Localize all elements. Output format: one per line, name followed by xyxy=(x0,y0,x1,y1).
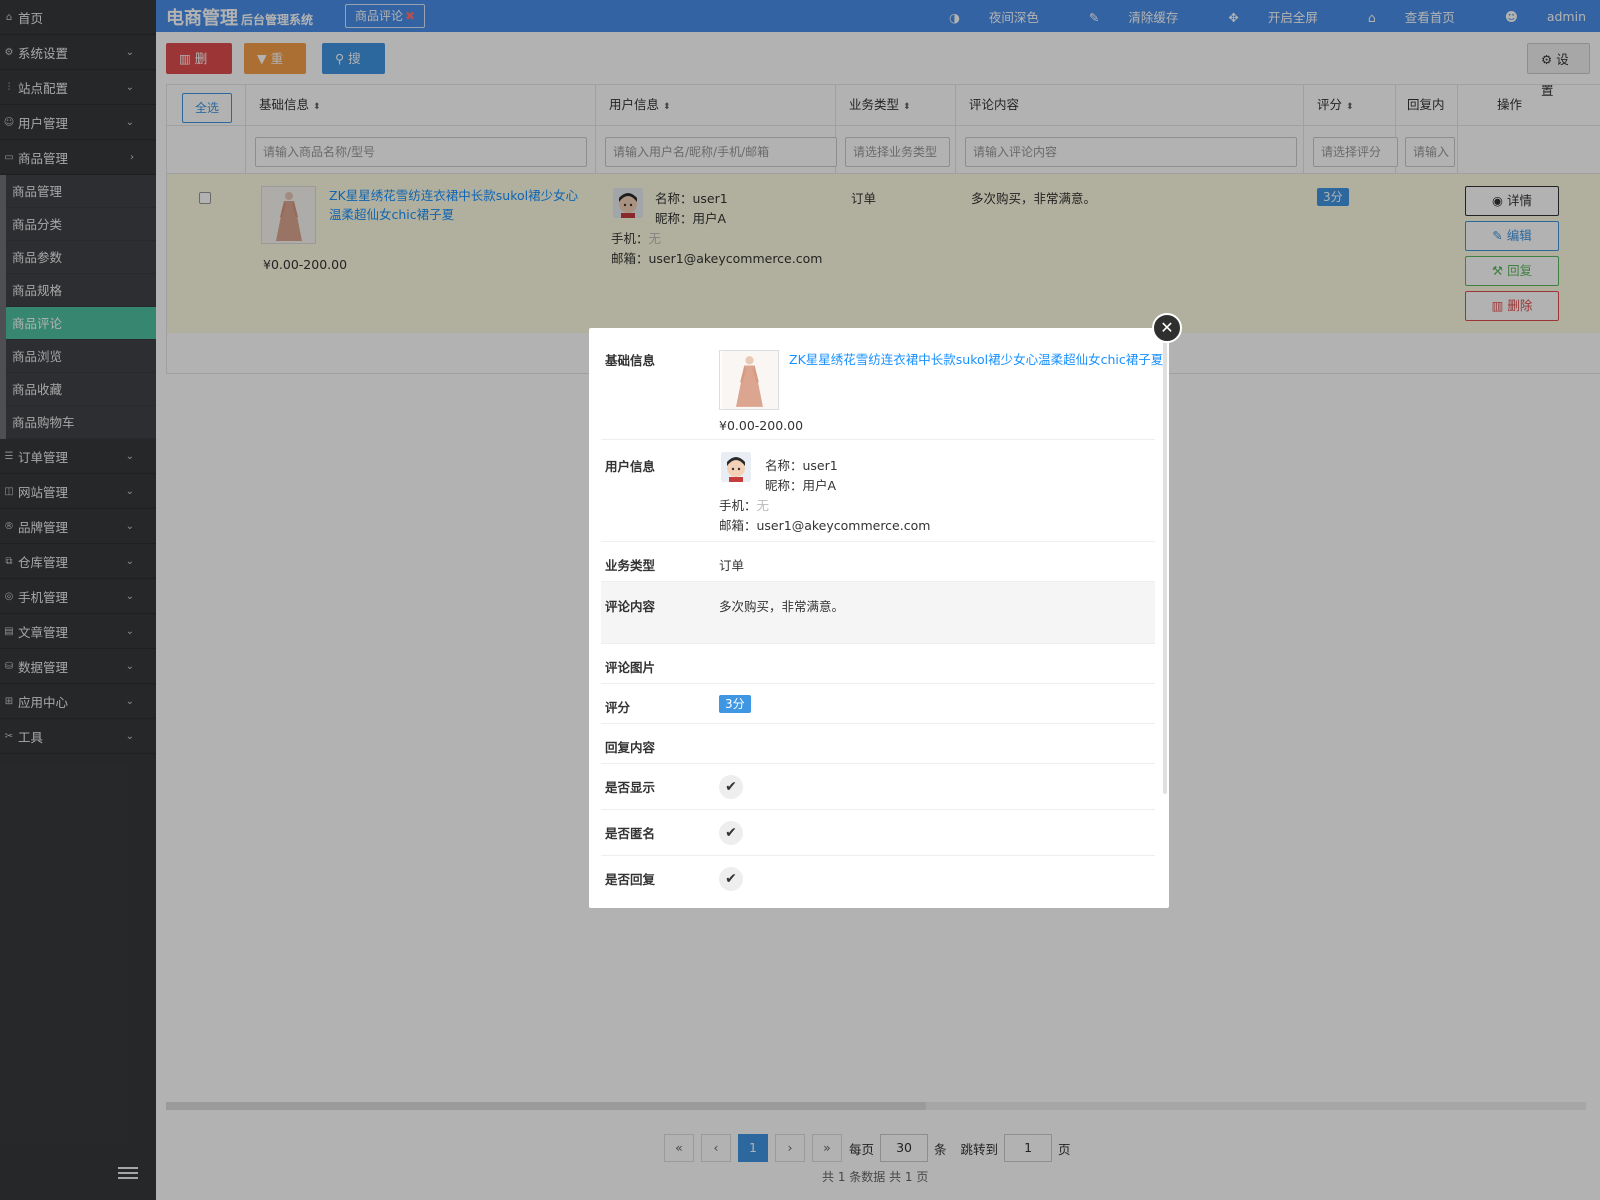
modal-label: 评分 xyxy=(605,700,631,715)
check-icon: ✔ xyxy=(719,867,743,891)
modal-label: 是否显示 xyxy=(605,780,656,795)
user-phone-value: 无 xyxy=(756,498,770,513)
user-phone-label: 手机： xyxy=(719,498,757,513)
goods-thumbnail[interactable] xyxy=(719,350,779,410)
modal-label: 是否匿名 xyxy=(605,826,656,841)
modal-row-is-shown: 是否显示 ✔ xyxy=(601,764,1155,810)
comment-content: 多次购买，非常满意。 xyxy=(719,599,845,614)
business-type: 订单 xyxy=(719,558,745,573)
avatar xyxy=(721,452,751,482)
check-icon: ✔ xyxy=(719,775,743,799)
modal-row-rating: 评分 3分 xyxy=(601,684,1155,724)
user-name: 名称：user1 xyxy=(765,458,838,473)
modal-row-basic-info: 基础信息 ZK星星绣花雪纺连衣裙中长款sukol裙少女心温柔超仙女chic裙子夏… xyxy=(601,334,1163,440)
modal-label: 评论内容 xyxy=(605,599,656,614)
goods-price: ¥0.00-200.00 xyxy=(719,418,804,433)
modal-row-is-anonymous: 是否匿名 ✔ xyxy=(601,810,1155,856)
modal-label: 是否回复 xyxy=(605,872,656,887)
check-icon: ✔ xyxy=(719,821,743,845)
modal-row-is-replied: 是否回复 ✔ xyxy=(601,856,1155,902)
user-nickname: 昵称：用户A xyxy=(765,478,837,493)
detail-modal: 基础信息 ZK星星绣花雪纺连衣裙中长款sukol裙少女心温柔超仙女chic裙子夏… xyxy=(589,328,1169,908)
modal-label: 业务类型 xyxy=(605,558,656,573)
modal-row-user-info: 用户信息 名称：user1 昵称：用户A 手机：无 邮箱：user1@akeyc… xyxy=(601,440,1155,542)
modal-label: 用户信息 xyxy=(605,459,656,474)
modal-row-comment: 评论内容 多次购买，非常满意。 xyxy=(601,582,1155,644)
modal-row-comment-images: 评论图片 xyxy=(601,644,1155,684)
user-phone: 手机：无 xyxy=(719,495,769,514)
goods-title-link[interactable]: ZK星星绣花雪纺连衣裙中长款sukol裙少女心温柔超仙女chic裙子夏 xyxy=(789,350,1163,369)
user-email: 邮箱：user1@akeycommerce.com xyxy=(719,518,931,533)
close-modal-icon[interactable]: ✕ xyxy=(1152,313,1182,343)
modal-label: 评论图片 xyxy=(605,660,656,675)
modal-label: 基础信息 xyxy=(605,353,656,368)
modal-row-reply: 回复内容 xyxy=(601,724,1155,764)
rating-badge-label: 3分 xyxy=(719,695,751,713)
modal-label: 回复内容 xyxy=(605,740,656,755)
rating-badge: 3分 xyxy=(719,695,751,713)
modal-row-business-type: 业务类型 订单 xyxy=(601,542,1155,582)
modal-scrollbar[interactable] xyxy=(1163,334,1167,794)
